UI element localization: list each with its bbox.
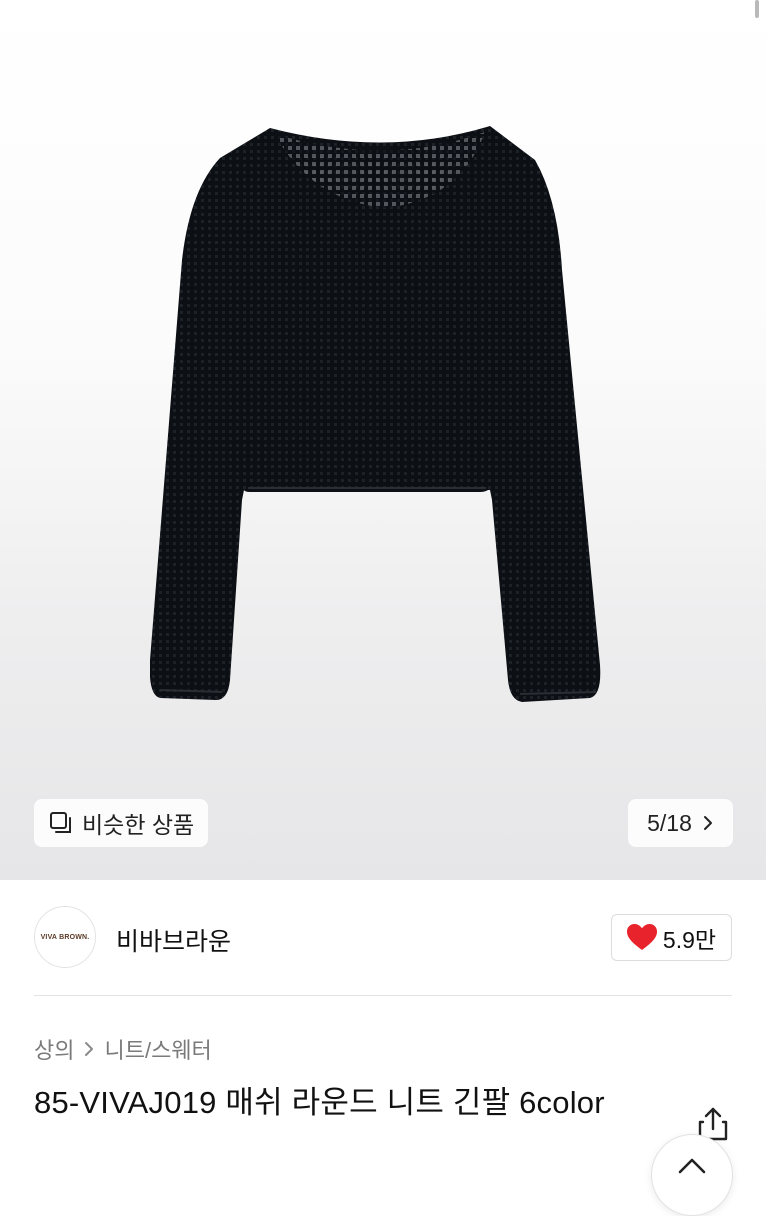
- chevron-right-icon: [703, 816, 712, 830]
- image-page-indicator: 5/18: [647, 809, 692, 836]
- scroll-indicator: [755, 0, 759, 18]
- section-divider: [34, 995, 732, 996]
- similar-products-button[interactable]: 비슷한 상품: [34, 799, 209, 847]
- image-page-counter[interactable]: 5/18: [628, 799, 733, 847]
- chevron-up-icon: [678, 1158, 706, 1174]
- product-image-sweater: [150, 126, 601, 702]
- breadcrumb: 상의 니트/스웨터: [34, 1033, 212, 1065]
- product-image-gallery[interactable]: 비슷한 상품 5/18: [0, 0, 766, 880]
- heart-icon: [626, 924, 657, 950]
- like-button[interactable]: 5.9만: [611, 914, 732, 961]
- store-name[interactable]: 비바브라운: [116, 922, 231, 958]
- scroll-to-top-button[interactable]: [651, 1134, 733, 1216]
- chevron-right-icon: [85, 1042, 94, 1056]
- breadcrumb-category[interactable]: 상의: [34, 1033, 74, 1065]
- similar-items-icon: [50, 812, 71, 833]
- breadcrumb-subcategory[interactable]: 니트/스웨터: [104, 1033, 211, 1065]
- store-logo[interactable]: VIVA BROWN.: [34, 906, 96, 968]
- store-logo-text: VIVA BROWN.: [40, 933, 90, 941]
- product-title: 85-VIVAJ019 매쉬 라운드 니트 긴팔 6color: [34, 1085, 605, 1120]
- store-info-row: VIVA BROWN. 비바브라운 5.9만: [0, 880, 766, 996]
- similar-products-label: 비슷한 상품: [82, 812, 195, 838]
- like-count: 5.9만: [662, 926, 717, 953]
